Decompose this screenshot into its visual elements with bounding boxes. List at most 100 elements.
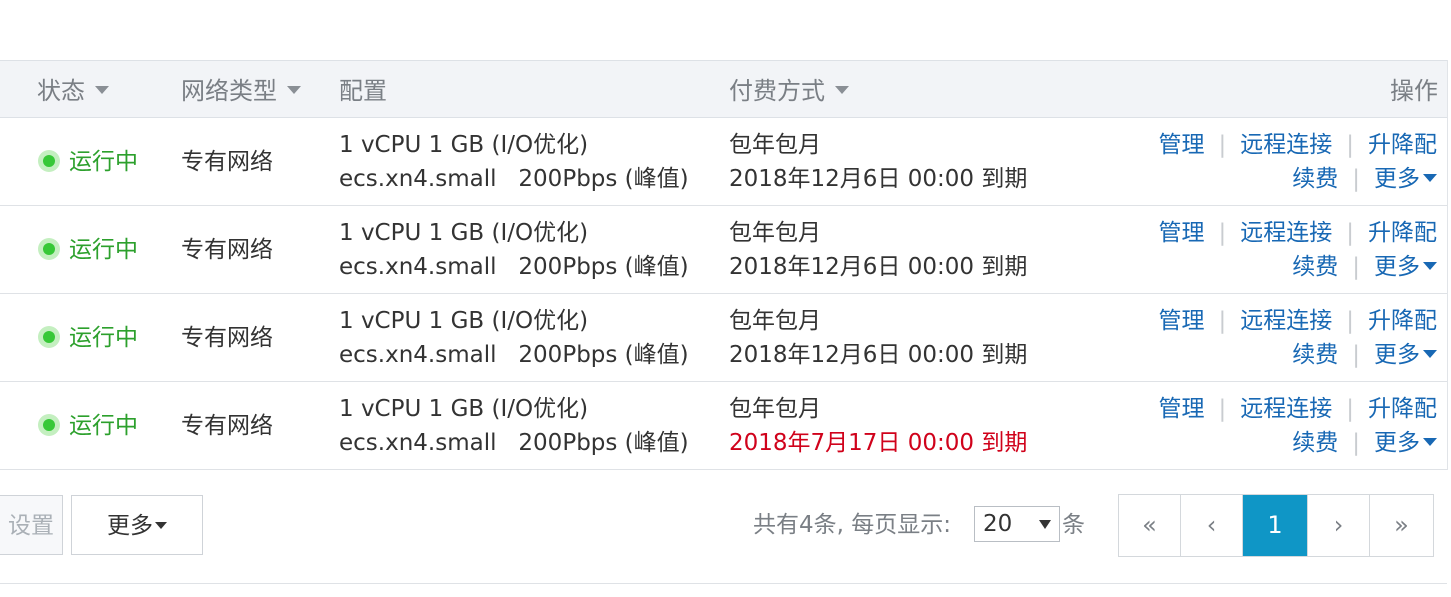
more-label: 更多 — [1374, 430, 1420, 456]
network-type: 专有网络 — [181, 413, 273, 439]
upgrade-link[interactable]: 升降配 — [1368, 220, 1437, 246]
chevron-down-icon — [1423, 262, 1437, 270]
separator: | — [1346, 396, 1354, 422]
expire-date: 2018年12月6日 00:00 到期 — [729, 166, 1028, 192]
ops-cell: 管理 | 远程连接 | 升降配 续费 | 更多 — [1159, 128, 1437, 196]
upgrade-link[interactable]: 升降配 — [1368, 396, 1437, 422]
ops-cell: 管理 | 远程连接 | 升降配 续费 | 更多 — [1159, 304, 1437, 372]
current-page-button[interactable]: 1 — [1243, 495, 1308, 556]
column-header-network[interactable]: 网络类型 — [181, 61, 301, 117]
upgrade-link[interactable]: 升降配 — [1368, 132, 1437, 158]
column-header-status-label: 状态 — [37, 77, 85, 105]
separator: | — [1352, 342, 1360, 368]
chevron-down-icon[interactable] — [287, 86, 301, 94]
table-row: 运行中 专有网络 1 vCPU 1 GB (I/O优化) ecs.xn4.sma… — [0, 382, 1447, 470]
page-size-select[interactable]: 20 — [974, 506, 1060, 542]
config-cell: 1 vCPU 1 GB (I/O优化) ecs.xn4.small 200Pbp… — [339, 392, 689, 460]
upgrade-link[interactable]: 升降配 — [1368, 308, 1437, 334]
chevron-down-icon — [1039, 520, 1051, 529]
last-page-button[interactable]: » — [1370, 495, 1433, 556]
separator: | — [1218, 308, 1227, 334]
separator: | — [1352, 254, 1360, 280]
config-type: ecs.xn4.small 200Pbps (峰值) — [339, 254, 689, 280]
config-cell: 1 vCPU 1 GB (I/O优化) ecs.xn4.small 200Pbp… — [339, 216, 689, 284]
billing-type: 包年包月 — [729, 396, 821, 422]
config-spec: 1 vCPU 1 GB (I/O优化) — [339, 396, 589, 422]
settings-button[interactable]: 设置 — [0, 495, 63, 555]
status-cell: 运行中 — [37, 322, 138, 354]
chevron-down-icon[interactable] — [95, 86, 109, 94]
billing-cell: 包年包月 2018年7月17日 00:00 到期 — [729, 392, 1027, 460]
remote-connect-link[interactable]: 远程连接 — [1240, 220, 1332, 246]
separator: | — [1346, 220, 1354, 246]
network-type: 专有网络 — [181, 325, 273, 351]
separator: | — [1218, 396, 1227, 422]
column-header-ops: 操作 — [1390, 77, 1438, 105]
chevron-down-icon — [1423, 438, 1437, 446]
status-text: 运行中 — [69, 325, 138, 351]
renew-link[interactable]: 续费 — [1292, 430, 1338, 456]
separator: | — [1346, 132, 1354, 158]
status-text: 运行中 — [69, 413, 138, 439]
chevron-down-icon — [155, 521, 167, 529]
table-row: 运行中 专有网络 1 vCPU 1 GB (I/O优化) ecs.xn4.sma… — [0, 206, 1447, 294]
running-status-icon — [43, 330, 55, 343]
billing-cell: 包年包月 2018年12月6日 00:00 到期 — [729, 216, 1027, 284]
more-dropdown[interactable]: 更多 — [1374, 430, 1437, 456]
first-page-button[interactable]: « — [1119, 495, 1181, 556]
ops-cell: 管理 | 远程连接 | 升降配 续费 | 更多 — [1159, 392, 1437, 460]
more-label: 更多 — [1374, 166, 1420, 192]
prev-page-button[interactable]: ‹ — [1181, 495, 1243, 556]
chevron-down-icon — [1423, 174, 1437, 182]
page-size-unit: 条 — [1062, 512, 1085, 538]
config-type: ecs.xn4.small 200Pbps (峰值) — [339, 430, 689, 456]
column-header-network-label: 网络类型 — [181, 77, 277, 105]
config-cell: 1 vCPU 1 GB (I/O优化) ecs.xn4.small 200Pbp… — [339, 304, 689, 372]
running-status-icon — [43, 154, 55, 167]
expire-date: 2018年12月6日 00:00 到期 — [729, 254, 1028, 280]
column-header-status[interactable]: 状态 — [37, 61, 109, 117]
more-dropdown[interactable]: 更多 — [1374, 254, 1437, 280]
separator: | — [1352, 166, 1360, 192]
separator: | — [1218, 132, 1227, 158]
status-cell: 运行中 — [37, 410, 138, 442]
batch-more-label: 更多 — [107, 513, 153, 539]
chevron-down-icon — [1423, 350, 1437, 358]
config-cell: 1 vCPU 1 GB (I/O优化) ecs.xn4.small 200Pbp… — [339, 128, 689, 196]
manage-link[interactable]: 管理 — [1159, 220, 1205, 246]
column-header-config: 配置 — [339, 77, 387, 105]
table-header: 状态 网络类型 配置 付费方式 操作 — [0, 60, 1447, 118]
manage-link[interactable]: 管理 — [1159, 132, 1205, 158]
column-header-billing[interactable]: 付费方式 — [729, 61, 849, 117]
table-footer: 设置 更多 共有4条, 每页显示: 20 条 « ‹ 1 › » — [0, 470, 1447, 584]
more-dropdown[interactable]: 更多 — [1374, 166, 1437, 192]
renew-link[interactable]: 续费 — [1292, 166, 1338, 192]
billing-cell: 包年包月 2018年12月6日 00:00 到期 — [729, 128, 1027, 196]
table-row: 运行中 专有网络 1 vCPU 1 GB (I/O优化) ecs.xn4.sma… — [0, 118, 1447, 206]
billing-cell: 包年包月 2018年12月6日 00:00 到期 — [729, 304, 1027, 372]
remote-connect-link[interactable]: 远程连接 — [1240, 396, 1332, 422]
separator: | — [1346, 308, 1354, 334]
separator: | — [1352, 430, 1360, 456]
manage-link[interactable]: 管理 — [1159, 308, 1205, 334]
separator: | — [1218, 220, 1227, 246]
column-header-billing-label: 付费方式 — [729, 77, 825, 105]
next-page-button[interactable]: › — [1308, 495, 1370, 556]
config-type: ecs.xn4.small 200Pbps (峰值) — [339, 166, 689, 192]
table-row: 运行中 专有网络 1 vCPU 1 GB (I/O优化) ecs.xn4.sma… — [0, 294, 1447, 382]
status-text: 运行中 — [69, 149, 138, 175]
top-whitespace — [0, 0, 1451, 60]
remote-connect-link[interactable]: 远程连接 — [1240, 308, 1332, 334]
chevron-down-icon[interactable] — [835, 86, 849, 94]
batch-more-button[interactable]: 更多 — [71, 495, 203, 555]
manage-link[interactable]: 管理 — [1159, 396, 1205, 422]
remote-connect-link[interactable]: 远程连接 — [1240, 132, 1332, 158]
billing-type: 包年包月 — [729, 308, 821, 334]
more-dropdown[interactable]: 更多 — [1374, 342, 1437, 368]
expire-date: 2018年12月6日 00:00 到期 — [729, 342, 1028, 368]
running-status-icon — [43, 418, 55, 431]
pagination: « ‹ 1 › » — [1118, 494, 1434, 557]
renew-link[interactable]: 续费 — [1292, 254, 1338, 280]
billing-type: 包年包月 — [729, 132, 821, 158]
renew-link[interactable]: 续费 — [1292, 342, 1338, 368]
